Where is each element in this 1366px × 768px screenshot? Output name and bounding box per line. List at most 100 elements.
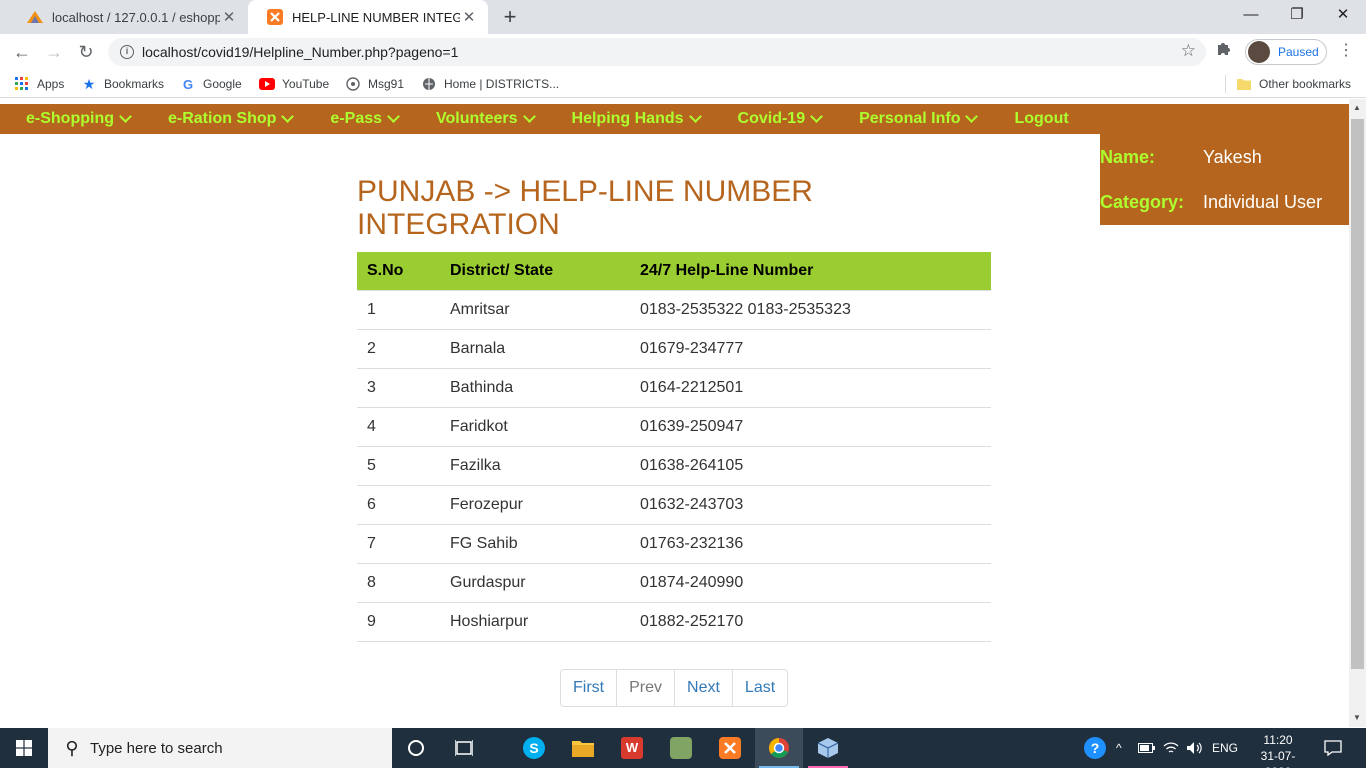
phpmyadmin-favicon-icon <box>26 9 44 25</box>
page-scrollbar[interactable]: ▲ ▼ <box>1349 99 1366 727</box>
chevron-down-icon <box>387 110 400 123</box>
cell-sno: 4 <box>357 406 440 446</box>
pagination-first-link[interactable]: First <box>561 670 616 706</box>
chevron-down-icon <box>522 110 536 123</box>
bookmark-label: Other bookmarks <box>1259 77 1352 91</box>
pagination-next-link[interactable]: Next <box>674 670 732 706</box>
table-header-row: S.No District/ State 24/7 Help-Line Numb… <box>357 252 991 290</box>
nav-item-personal-info[interactable]: Personal Info <box>833 110 979 128</box>
nav-item-volunteers[interactable]: Volunteers <box>410 110 536 128</box>
nav-item-logout[interactable]: Logout <box>988 110 1068 128</box>
table-row: 4 Faridkot 01639-250947 <box>357 406 991 446</box>
extensions-puzzle-icon[interactable] <box>1216 40 1232 61</box>
address-bar[interactable]: i localhost/covid19/Helpline_Number.php?… <box>108 38 1206 66</box>
nav-item-epass[interactable]: e-Pass <box>304 110 400 128</box>
browser-tab-phpmyadmin[interactable]: localhost / 127.0.0.1 / eshopping ✕ <box>8 0 248 34</box>
evernote-icon[interactable] <box>657 728 705 768</box>
notifications-icon[interactable] <box>1324 728 1342 768</box>
windows-start-button[interactable] <box>0 728 48 768</box>
cell-district: Faridkot <box>440 406 630 446</box>
pagination-last-link[interactable]: Last <box>731 670 787 706</box>
youtube-icon <box>259 76 275 92</box>
clock-date: 31-07-2020 <box>1260 749 1296 768</box>
column-header: S.No <box>357 252 440 290</box>
bookmark-youtube[interactable]: YouTube <box>259 76 329 92</box>
battery-icon[interactable] <box>1138 728 1156 768</box>
bookmark-star-icon[interactable]: ☆ <box>1181 41 1196 61</box>
scroll-up-icon[interactable]: ▲ <box>1353 103 1361 112</box>
wifi-icon[interactable] <box>1163 728 1179 768</box>
nav-item-eshopping[interactable]: e-Shopping <box>0 110 132 128</box>
bookmark-districts[interactable]: Home | DISTRICTS... <box>421 76 559 92</box>
cortana-icon[interactable] <box>392 728 440 768</box>
scrollbar-thumb[interactable] <box>1351 119 1364 669</box>
cell-sno: 8 <box>357 562 440 602</box>
reload-icon[interactable]: ↻ <box>74 40 98 64</box>
minimize-icon[interactable]: — <box>1228 0 1274 34</box>
column-header: 24/7 Help-Line Number <box>630 252 991 290</box>
language-indicator[interactable]: ENG <box>1212 728 1238 768</box>
new-tab-button[interactable]: + <box>498 5 522 29</box>
bookmark-label: Home | DISTRICTS... <box>444 77 560 91</box>
show-hidden-icons-chevron-icon[interactable]: ^ <box>1116 728 1122 768</box>
cell-helpline: 01679-234777 <box>630 328 991 368</box>
chrome-taskbar-icon[interactable] <box>755 728 803 768</box>
taskbar-search-box[interactable]: ⚲ Type here to search <box>48 728 392 768</box>
nav-item-covid19[interactable]: Covid-19 <box>712 110 823 128</box>
restore-icon[interactable]: ❐ <box>1274 0 1320 34</box>
close-tab-icon[interactable]: ✕ <box>460 8 478 26</box>
back-icon[interactable]: ← <box>10 40 34 64</box>
google-icon: G <box>182 76 194 92</box>
other-bookmarks-folder[interactable]: Other bookmarks <box>1236 76 1351 92</box>
user-info-panel: Name: Yakesh Category: Individual User <box>1100 134 1349 225</box>
user-category-label: Category: <box>1100 192 1185 212</box>
bookmark-bookmarks[interactable]: ★ Bookmarks <box>81 76 164 92</box>
task-view-icon[interactable] <box>440 728 488 768</box>
user-category-value: Individual User <box>1203 192 1323 212</box>
pagination: First Prev Next Last <box>560 669 789 707</box>
bookmark-msg91[interactable]: Msg91 <box>345 76 404 92</box>
nav-label: Volunteers <box>436 110 518 127</box>
cell-district: Fazilka <box>440 445 630 485</box>
page-title: PUNJAB -> HELP-LINE NUMBER INTEGRATION <box>357 175 813 241</box>
browser-tab-helpline[interactable]: HELP-LINE NUMBER INTEGRATION ✕ <box>248 0 488 34</box>
cell-sno: 6 <box>357 484 440 524</box>
user-name-label: Name: <box>1100 147 1156 167</box>
forward-icon[interactable]: → <box>42 40 66 64</box>
cell-helpline: 01632-243703 <box>630 484 991 524</box>
cell-helpline: 01874-240990 <box>630 562 991 602</box>
cell-helpline: 0183-2535322 0183-2535323 <box>630 289 991 329</box>
skype-icon[interactable]: S <box>510 728 558 768</box>
main-navbar: e-Shopping e-Ration Shop e-Pass Voluntee… <box>0 104 1349 134</box>
site-info-icon[interactable]: i <box>120 45 134 59</box>
xampp-icon[interactable] <box>706 728 754 768</box>
bookmark-label: YouTube <box>282 77 330 91</box>
cell-district: Bathinda <box>440 367 630 407</box>
bookmarks-bar: Apps ★ Bookmarks G Google YouTube Msg91 … <box>0 70 1366 98</box>
cell-helpline: 01638-264105 <box>630 445 991 485</box>
system-clock[interactable]: 11:20 31-07-2020 <box>1250 732 1306 768</box>
nav-item-helping-hands[interactable]: Helping Hands <box>546 110 702 128</box>
column-header: District/ State <box>440 252 630 290</box>
scroll-down-icon[interactable]: ▼ <box>1353 713 1361 722</box>
close-window-icon[interactable]: ✕ <box>1320 0 1366 34</box>
clock-time: 11:20 <box>1263 733 1293 747</box>
table-row: 2 Barnala 01679-234777 <box>357 328 991 368</box>
file-explorer-icon[interactable] <box>559 728 607 768</box>
close-tab-icon[interactable]: ✕ <box>220 8 238 26</box>
volume-icon[interactable] <box>1186 728 1204 768</box>
virtualbox-icon[interactable] <box>804 728 852 768</box>
star-icon: ★ <box>82 75 96 92</box>
folder-icon <box>1236 76 1252 92</box>
wps-office-icon[interactable]: W <box>608 728 656 768</box>
bookmark-google[interactable]: G Google <box>180 76 242 92</box>
bookmark-label: Apps <box>37 77 65 91</box>
pagination-prev-link[interactable]: Prev <box>616 670 674 706</box>
cell-district: Barnala <box>440 328 630 368</box>
chrome-menu-icon[interactable]: ⋮ <box>1338 40 1354 60</box>
nav-item-eration-shop[interactable]: e-Ration Shop <box>142 110 295 128</box>
help-tray-icon[interactable]: ? <box>1084 728 1106 768</box>
profile-button[interactable]: Paused <box>1245 39 1327 65</box>
bookmark-apps[interactable]: Apps <box>14 76 64 92</box>
cell-district: Gurdaspur <box>440 562 630 602</box>
